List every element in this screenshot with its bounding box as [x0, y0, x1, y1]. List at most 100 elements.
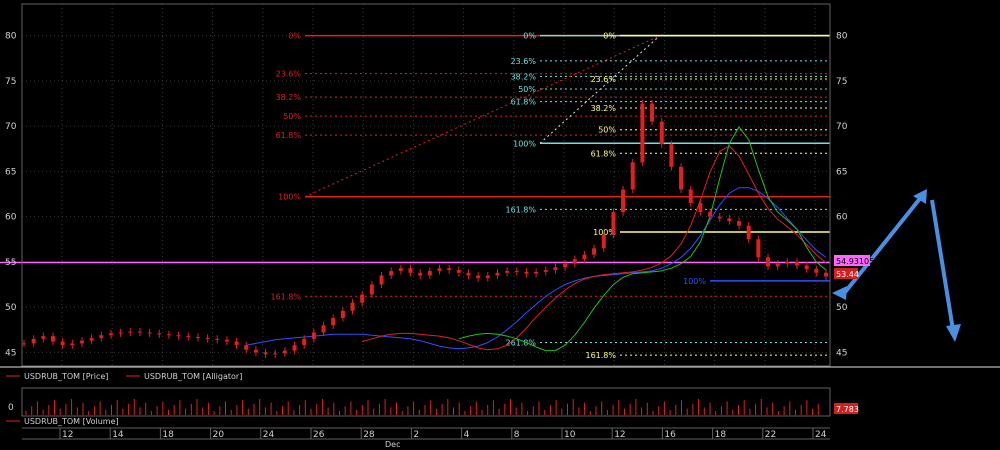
price-candle	[447, 268, 452, 271]
price-candle	[621, 189, 626, 213]
y-tick-right: 60	[836, 213, 848, 223]
x-tick-label: 2	[413, 430, 419, 440]
price-candle	[79, 340, 84, 344]
price-candle	[669, 144, 674, 167]
y-tick-left: 45	[5, 348, 16, 358]
price-candle	[331, 318, 336, 326]
y-tick-left: 60	[5, 213, 17, 223]
price-candle	[302, 338, 307, 346]
fib-level-label: 0%	[523, 32, 536, 41]
price-candle	[524, 271, 529, 274]
volume-tag-text: 7.783	[836, 405, 859, 414]
price-candle	[485, 275, 490, 279]
price-candle	[804, 265, 809, 270]
price-candle	[41, 336, 46, 339]
fib-level-label: 23.6%	[511, 57, 537, 66]
price-candle	[640, 103, 645, 163]
x-tick-label: 4	[464, 430, 470, 440]
price-candle	[60, 341, 65, 346]
price-candle	[737, 221, 742, 226]
price-candle	[824, 272, 828, 277]
price-candle	[22, 343, 26, 345]
price-candle	[495, 272, 500, 276]
fib-level-label: 100%	[683, 277, 706, 286]
price-candle	[128, 331, 133, 333]
y-tick-right: 70	[836, 122, 848, 132]
x-tick-label: 10	[564, 430, 576, 440]
price-candle	[456, 270, 461, 273]
price-candle	[205, 337, 210, 339]
y-tick-left: 65	[5, 167, 16, 177]
price-candle	[795, 261, 800, 266]
price-candle	[137, 331, 142, 333]
price-candle	[215, 338, 220, 340]
price-tag-red-text: 53.44	[836, 270, 859, 279]
price-candle	[282, 350, 287, 354]
y-tick-left: 50	[5, 303, 17, 313]
price-candle	[253, 349, 258, 353]
price-candle	[166, 334, 171, 336]
price-candle	[70, 343, 75, 346]
price-candle	[775, 263, 780, 267]
chart-background	[0, 0, 1000, 450]
price-candle	[717, 216, 722, 219]
price-candle	[592, 248, 597, 255]
price-candle	[746, 225, 751, 240]
fib-level-label: 100%	[278, 193, 301, 202]
price-candle	[563, 263, 568, 268]
price-candle	[466, 272, 471, 276]
x-tick-label: 26	[313, 430, 325, 440]
price-candle	[534, 271, 539, 274]
month-label: Dec	[385, 440, 400, 449]
y-tick-left: 75	[5, 77, 16, 87]
volume-tick: 0	[8, 403, 14, 413]
x-tick-label: 28	[363, 430, 375, 440]
x-tick-label: 12	[62, 430, 73, 440]
price-candle	[340, 310, 345, 319]
fib-level-label: 38.2%	[276, 93, 302, 102]
price-candle	[292, 345, 297, 351]
price-candle	[398, 268, 403, 271]
price-candle	[31, 338, 36, 344]
price-candle	[418, 272, 423, 276]
price-candle	[650, 103, 655, 122]
fib-level-label: 0%	[603, 32, 616, 41]
x-tick-label: 24	[263, 430, 275, 440]
fib-level-label: 61.8%	[276, 131, 302, 140]
price-candle	[553, 267, 558, 271]
fib-level-label: 23.6%	[276, 70, 302, 79]
y-tick-left: 55	[5, 258, 16, 268]
price-candle	[350, 302, 355, 311]
price-candle	[186, 336, 191, 338]
x-tick-label: 24	[815, 430, 827, 440]
x-tick-label: 18	[715, 430, 727, 440]
fib-level-label: 38.2%	[511, 72, 537, 81]
price-candle	[814, 269, 819, 273]
price-candle	[698, 203, 703, 213]
price-candle	[601, 234, 606, 249]
legend-volume: USDRUB_TOM [Volume]	[24, 417, 119, 426]
fib-level-label: 0%	[288, 32, 301, 41]
y-tick-right: 80	[836, 32, 848, 42]
price-candle	[360, 294, 365, 303]
price-tag-magenta-text: 54.93105	[836, 257, 874, 266]
price-candle	[379, 275, 384, 285]
price-candle	[427, 270, 432, 276]
y-tick-right: 45	[836, 348, 847, 358]
price-candle	[108, 333, 113, 336]
price-candle	[321, 325, 326, 333]
price-candle	[505, 270, 510, 273]
x-tick-label: 16	[664, 430, 676, 440]
price-candle	[273, 353, 278, 355]
price-candle	[157, 333, 162, 335]
fib-level-label: 61.8%	[511, 98, 537, 107]
fib-level-label: 61.8%	[591, 149, 617, 158]
legend-price: USDRUB_TOM [Price]	[24, 372, 108, 381]
price-candle	[756, 239, 761, 258]
price-candle	[572, 259, 577, 264]
y-tick-right: 75	[836, 77, 847, 87]
legend-alligator: USDRUB_TOM [Alligator]	[144, 372, 242, 381]
fib-level-label: 50%	[598, 126, 616, 135]
usdrub-chart[interactable]: 0%23.6%38.2%50%61.8%100%161.8%0%23.6%38.…	[0, 0, 1000, 450]
y-tick-right: 50	[836, 303, 848, 313]
